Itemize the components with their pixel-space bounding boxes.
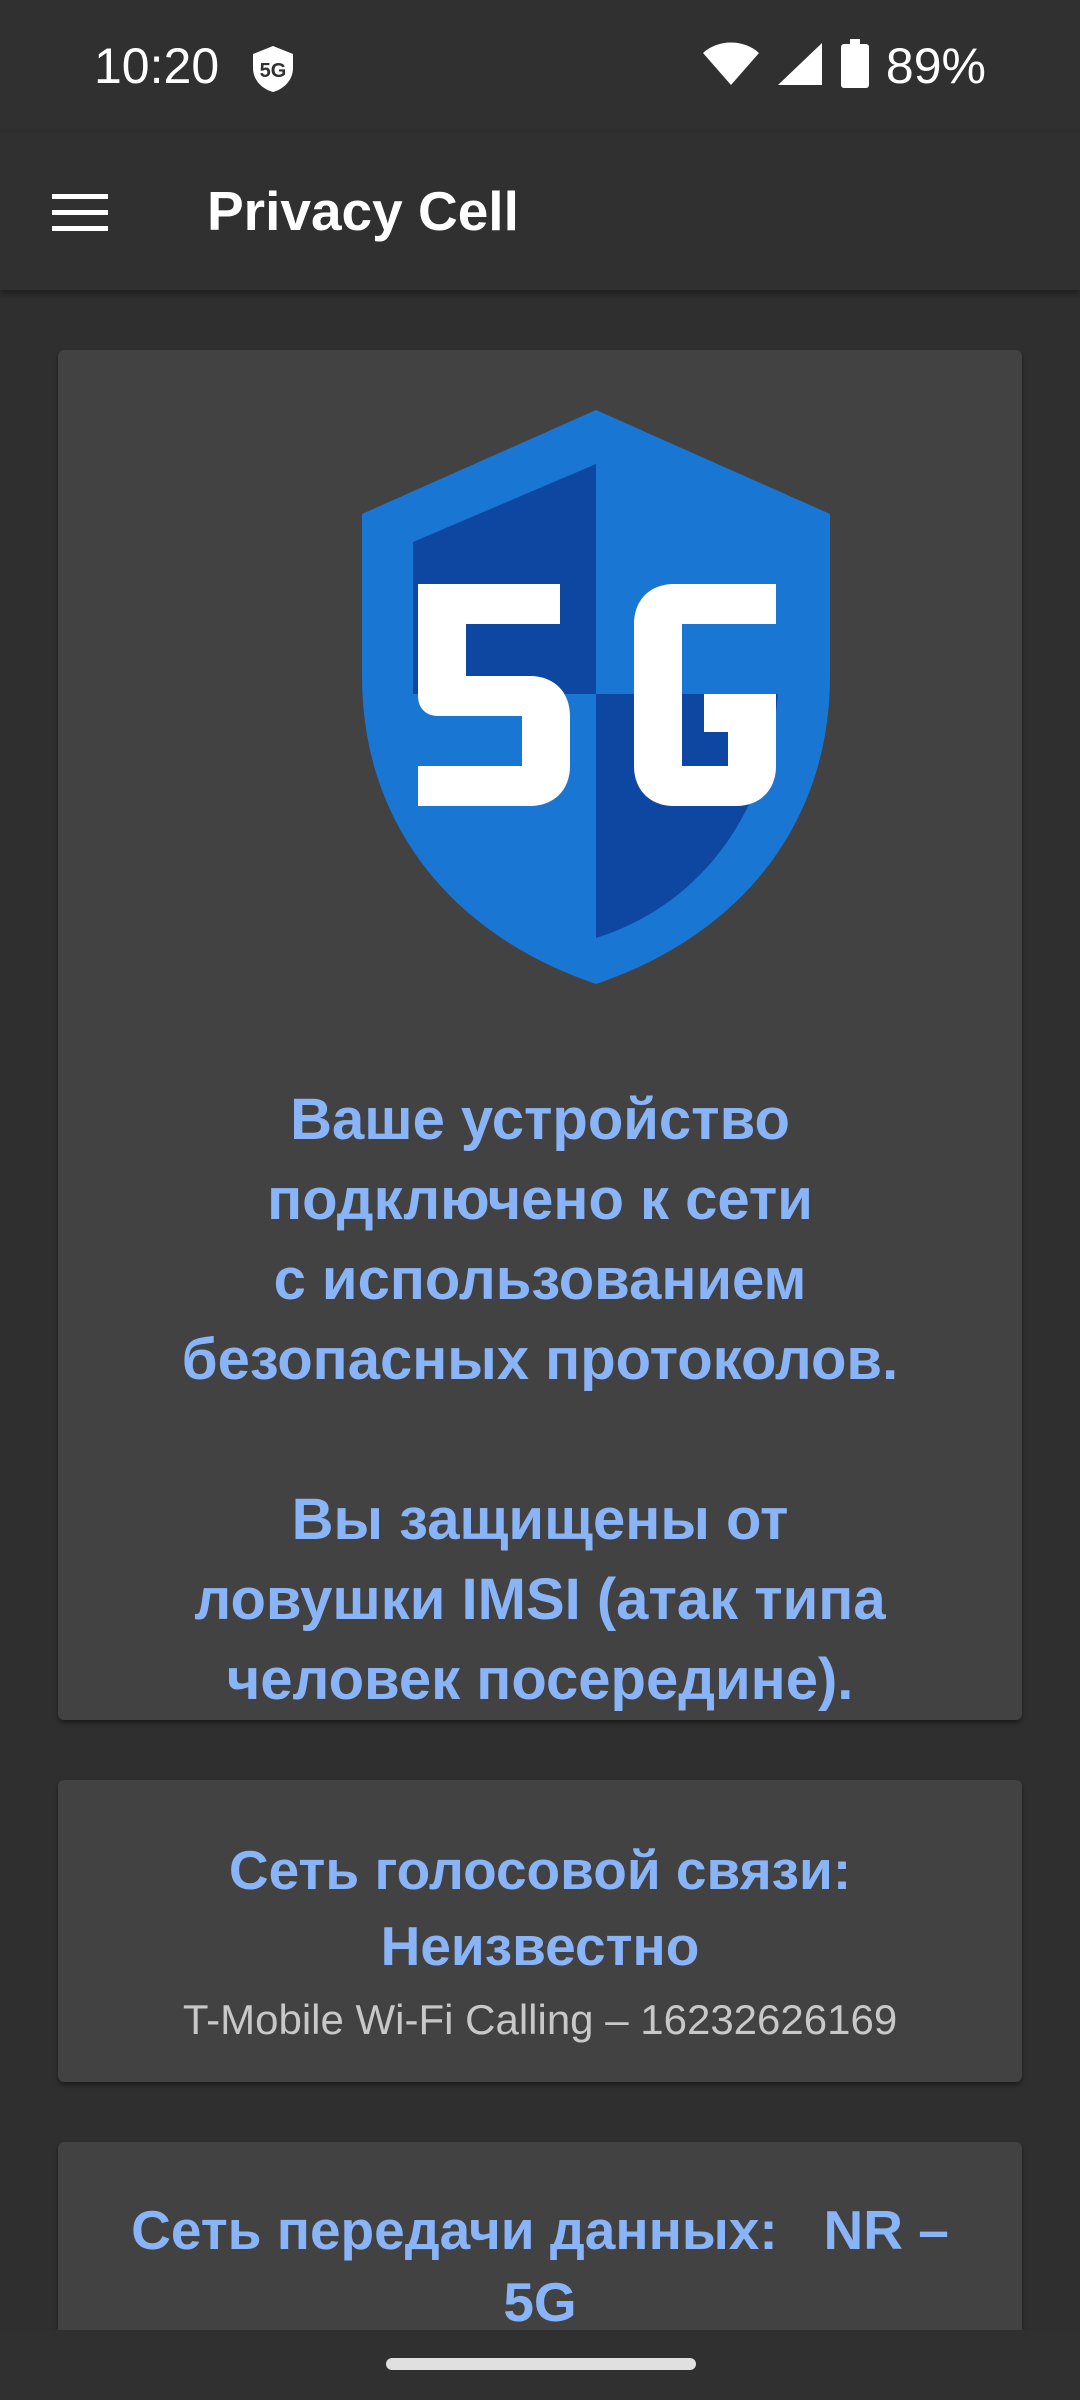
battery-percent: 89%	[885, 38, 986, 94]
protection-status-card: Ваше устройство подключено к сети с испо…	[58, 350, 1022, 1720]
status-line: человек посередине).	[226, 1647, 854, 1712]
voice-network-value: Неизвестно	[380, 1915, 700, 1977]
status-line: Вы защищены от	[291, 1487, 789, 1552]
status-line: безопасных протоколов.	[181, 1327, 899, 1392]
navigation-menu-button[interactable]	[30, 172, 130, 252]
gesture-navigation-handle[interactable]	[386, 2358, 696, 2370]
hamburger-menu-icon	[52, 194, 108, 231]
data-network-card: Сеть передачи данных: NR – 5G	[58, 2142, 1022, 2330]
voice-network-title: Сеть голосовой связи: Неизвестно	[58, 1832, 1022, 1984]
app-bar: Privacy Cell	[0, 132, 1080, 290]
5g-shield-status-icon: 5G	[250, 44, 296, 94]
voice-network-label: Сеть голосовой связи:	[228, 1839, 852, 1901]
screen: 10:20 5G 89% Privacy Cell Ваше устройств…	[0, 0, 1080, 2400]
status-right-group: 89%	[702, 36, 986, 96]
5g-shield-icon	[358, 406, 834, 986]
voice-network-detail: T-Mobile Wi-Fi Calling – 16232626169	[182, 1996, 898, 2043]
status-line: Ваше устройство	[290, 1087, 790, 1152]
status-time: 10:20	[94, 38, 220, 94]
battery-icon	[840, 38, 870, 94]
voice-network-card: Сеть голосовой связи: Неизвестно T-Mobil…	[58, 1780, 1022, 2082]
status-line: подключено к сети	[267, 1167, 813, 1232]
data-network-value: 5G	[503, 2271, 577, 2330]
app-title: Privacy Cell	[207, 180, 519, 242]
status-bar: 10:20 5G 89%	[0, 0, 1080, 132]
data-network-label: Сеть передачи данных: NR –	[131, 2199, 949, 2261]
status-line: с использованием	[273, 1247, 807, 1312]
cell-signal-icon	[776, 41, 824, 92]
wifi-icon	[702, 41, 760, 92]
protection-status-text: Ваше устройство подключено к сети с испо…	[58, 1080, 1022, 1720]
status-line: ловушки IMSI (атак типа	[194, 1567, 886, 1632]
svg-text:5G: 5G	[260, 60, 287, 82]
content-scroll-area[interactable]: Ваше устройство подключено к сети с испо…	[0, 290, 1080, 2330]
data-network-title: Сеть передачи данных: NR – 5G	[88, 2194, 992, 2330]
